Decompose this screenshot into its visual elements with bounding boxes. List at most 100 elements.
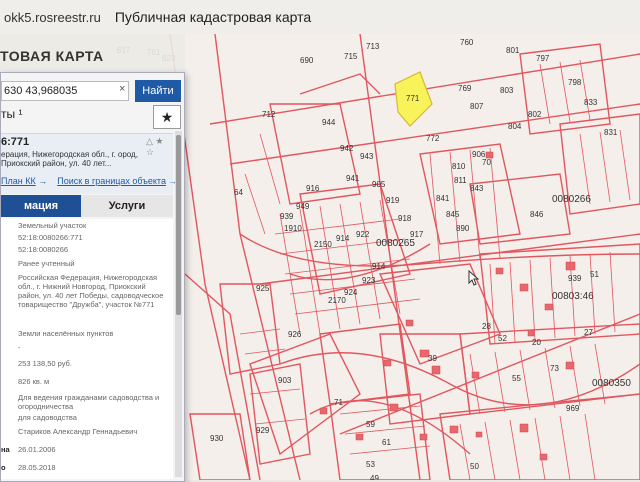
parcel-number: 70 <box>482 158 491 167</box>
star-icon[interactable]: ★ <box>153 105 181 129</box>
property-label: о <box>1 463 6 472</box>
arrow-right-icon: → <box>38 176 48 186</box>
parcel-number: 916 <box>306 184 320 193</box>
tab-info[interactable]: мация <box>1 195 81 217</box>
parcel-number: 797 <box>536 54 550 63</box>
parcel-number: 713 <box>366 42 380 51</box>
parcel-number: 942 <box>340 144 354 153</box>
parcel-number: 807 <box>470 102 484 111</box>
parcel-number: 943 <box>360 152 374 161</box>
parcel-number: 914 <box>336 234 350 243</box>
property-value: 826 кв. м <box>18 377 50 386</box>
quarter-label: 0080265 <box>376 238 415 249</box>
property-value: 26.01.2006 <box>18 445 56 454</box>
parcel-number: 803 <box>500 86 514 95</box>
object-address: ерация, Нижегородская обл., г. ород, При… <box>1 150 138 168</box>
parcel-number: 55 <box>512 374 521 383</box>
property-value: 52:18:0080266 <box>18 245 69 254</box>
parcel-number: 2170 <box>328 296 346 305</box>
property-value: Ранее учтенный <box>18 259 75 268</box>
info-tabs: мация Услуги <box>1 195 173 217</box>
parcel-number: 944 <box>322 118 336 127</box>
parcel-number: 922 <box>356 230 370 239</box>
object-card[interactable]: 6:771 △ ★ ☆ ерация, Нижегородская обл., … <box>1 133 177 194</box>
results-label: ты ¹ <box>1 107 23 121</box>
parcel-number: 924 <box>344 288 358 297</box>
clear-icon[interactable]: × <box>119 83 125 95</box>
parcel-number: 27 <box>584 328 593 337</box>
parcel-number: 52 <box>498 334 507 343</box>
search-panel: × Найти ты ¹ ★ 6:771 △ ★ ☆ ерация, Нижег… <box>0 72 185 482</box>
parcel-number: 690 <box>300 56 314 65</box>
parcel-number: 49 <box>370 474 379 480</box>
property-list: Земельный участок 52:18:0080266:771 52:1… <box>1 219 173 479</box>
parcel-number: 914 <box>372 262 386 271</box>
plan-link[interactable]: План КК <box>1 176 36 186</box>
parcel-number: 939 <box>568 274 582 283</box>
parcel-number: 949 <box>296 202 310 211</box>
property-value: для садоводства <box>18 413 77 422</box>
browser-tab-bar: okk5.rosreestr.ru Публичная кадастровая … <box>0 0 640 35</box>
parcel-number: 917 <box>410 230 424 239</box>
parcel-number: 715 <box>344 52 358 61</box>
property-value: 28.05.2018 <box>18 463 56 472</box>
search-row: × Найти <box>1 77 184 103</box>
property-value: - <box>18 343 21 352</box>
browser-page-title: Публичная кадастровая карта <box>114 9 312 25</box>
app-header: ТОВАЯ КАРТА <box>0 34 185 72</box>
parcel-number: 51 <box>590 270 599 279</box>
parcel-number: 798 <box>568 78 582 87</box>
parcel-number: 71 <box>334 398 343 407</box>
property-value: Для ведения гражданами садоводства и ого… <box>18 393 160 411</box>
mouse-cursor-icon <box>468 270 480 286</box>
parcel-number: 930 <box>210 434 224 443</box>
parcel-number: 905 <box>372 180 386 189</box>
search-in-bounds-link[interactable]: Поиск в границах объекта <box>57 176 166 186</box>
parcel-number: 929 <box>256 426 270 435</box>
parcel-number: 845 <box>446 210 460 219</box>
parcel-number: 843 <box>470 184 484 193</box>
parcel-number: 841 <box>436 194 450 203</box>
parcel-number: 941 <box>346 174 360 183</box>
parcel-number: 918 <box>398 214 412 223</box>
parcel-number: 903 <box>278 376 292 385</box>
browser-url[interactable]: okk5.rosreestr.ru <box>4 10 101 25</box>
parcel-number: 801 <box>506 46 520 55</box>
parcel-number: 760 <box>460 38 474 47</box>
parcel-number: 771 <box>406 94 420 103</box>
parcel-number: 831 <box>604 128 618 137</box>
app-title: ТОВАЯ КАРТА <box>0 48 104 64</box>
search-input[interactable] <box>1 81 129 101</box>
find-button[interactable]: Найти <box>135 80 181 102</box>
parcel-number: 772 <box>426 134 440 143</box>
parcel-number: 802 <box>528 110 542 119</box>
property-value: Российская Федерация, Нижегородская обл.… <box>18 273 164 309</box>
property-value: Земельный участок <box>18 221 87 230</box>
quarter-label: 0080350 <box>592 378 631 389</box>
parcel-number: 712 <box>262 110 276 119</box>
parcel-number: 804 <box>508 122 522 131</box>
parcel-number: 769 <box>458 84 472 93</box>
parcel-number: 20 <box>532 338 541 347</box>
parcel-number: 890 <box>456 224 470 233</box>
parcel-number: 923 <box>362 276 376 285</box>
parcel-number: 939 <box>280 212 294 221</box>
parcel-number: 833 <box>584 98 598 107</box>
parcel-number: 969 <box>566 404 580 413</box>
parcel-number: 810 <box>452 162 466 171</box>
parcel-number: 926 <box>288 330 302 339</box>
parcel-number: 39 <box>428 354 437 363</box>
parcel-number: 925 <box>256 284 270 293</box>
parcel-number: 53 <box>366 460 375 469</box>
object-links: План КК → Поиск в границах объекта → <box>1 176 177 186</box>
scrollbar-thumb[interactable] <box>176 135 181 315</box>
parcel-number: 846 <box>530 210 544 219</box>
parcel-number: 2150 <box>314 240 332 249</box>
tab-services[interactable]: Услуги <box>81 195 173 217</box>
parcel-number: 64 <box>234 188 243 197</box>
property-value: Стариков Александр Геннадьевич <box>18 427 138 436</box>
quarter-label: 00803:46 <box>552 291 594 302</box>
property-value: 52:18:0080266:771 <box>18 233 83 242</box>
property-value: Земли населённых пунктов <box>18 329 114 338</box>
parcel-number: 811 <box>454 176 467 185</box>
